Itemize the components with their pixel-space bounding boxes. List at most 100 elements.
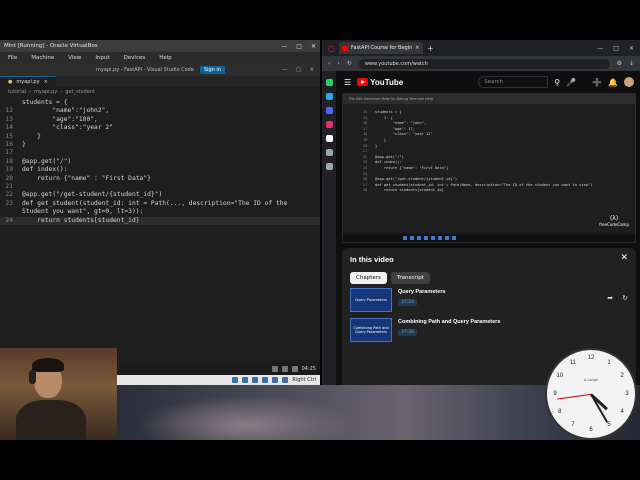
- shared-folder-icon[interactable]: [262, 377, 269, 383]
- person-body: [16, 400, 86, 440]
- browser-tab-strip: ○ FastAPI Course for Begin × + — □ ✕: [322, 40, 640, 56]
- vscode-title: myapi.py - FastAPI - Visual Studio Code: [96, 67, 194, 73]
- search-icon[interactable]: ⚲: [554, 78, 560, 87]
- menu-file[interactable]: File: [8, 55, 17, 61]
- vscode-title-bar: myapi.py - FastAPI - Visual Studio Code …: [0, 64, 320, 76]
- display-icon[interactable]: [272, 377, 279, 383]
- guest-taskbar: 04:25: [120, 363, 320, 375]
- code-line[interactable]: 23 def get_student(student_id: int = Path…: [0, 200, 320, 208]
- optical-drive-icon[interactable]: [242, 377, 249, 383]
- download-icon[interactable]: ↓: [629, 60, 634, 67]
- code-line[interactable]: 17: [0, 149, 320, 157]
- virtualbox-window: Mint [Running] - Oracle VirtualBox — □ ✕…: [0, 40, 320, 385]
- video-taskbar: [343, 234, 635, 242]
- code-text: return students[student_id]: [375, 188, 444, 193]
- forward-icon[interactable]: ›: [337, 60, 339, 67]
- vscode-minimize-icon[interactable]: —: [282, 67, 287, 73]
- discord-icon[interactable]: [325, 107, 333, 114]
- code-line[interactable]: Student you want", gt=0, lt=3)):: [0, 208, 320, 216]
- chip-transcript[interactable]: Transcript: [390, 272, 430, 284]
- tab-close-icon[interactable]: ×: [44, 79, 48, 85]
- maximize-icon[interactable]: □: [296, 43, 302, 50]
- breadcrumb-folder[interactable]: tutorial: [8, 89, 26, 95]
- hdd-icon[interactable]: [232, 377, 239, 383]
- code-line[interactable]: 24 return students[student_id]: [0, 216, 320, 226]
- whatsapp-icon[interactable]: [325, 79, 333, 86]
- breadcrumb-file[interactable]: myapi.py: [34, 89, 57, 95]
- instagram-icon[interactable]: [325, 121, 333, 128]
- chapter-item[interactable]: Combining Path and Query Parameters Comb…: [350, 318, 628, 344]
- browser-tab[interactable]: FastAPI Course for Begin ×: [338, 42, 423, 54]
- clock-number: 12: [587, 355, 595, 361]
- vscode-maximize-icon[interactable]: □: [296, 67, 301, 73]
- chapter-timestamp[interactable]: 37:36: [398, 329, 417, 336]
- browser-maximize-icon[interactable]: □: [613, 45, 619, 52]
- clock-number: 6: [589, 427, 593, 433]
- telegram-icon[interactable]: [325, 93, 333, 100]
- menu-machine[interactable]: Machine: [31, 55, 54, 61]
- extensions-icon[interactable]: ⚙: [617, 60, 622, 67]
- youtube-logo-text: YouTube: [370, 77, 404, 87]
- chapter-timestamp[interactable]: 37:24: [398, 299, 417, 306]
- battery-icon[interactable]: [291, 366, 298, 372]
- menu-devices[interactable]: Devices: [124, 55, 146, 61]
- chapter-item[interactable]: Query Parameters Query Parameters 37:24 …: [350, 288, 628, 314]
- hamburger-menu-icon[interactable]: ☰: [344, 78, 351, 87]
- menu-input[interactable]: Input: [95, 55, 109, 61]
- youtube-play-icon: [357, 78, 369, 86]
- close-icon[interactable]: ✕: [620, 253, 628, 263]
- code-line[interactable]: 14 "class":"year 2": [0, 124, 320, 132]
- browser-minimize-icon[interactable]: —: [597, 45, 603, 52]
- close-icon[interactable]: ✕: [311, 43, 316, 50]
- x-icon[interactable]: [325, 135, 333, 142]
- sign-in-button[interactable]: Sign in: [199, 66, 225, 74]
- breadcrumb-symbol[interactable]: get_student: [65, 89, 95, 95]
- code-line[interactable]: 12 "name":"john2",: [0, 107, 320, 115]
- settings-icon[interactable]: [325, 163, 333, 170]
- avatar[interactable]: [624, 77, 634, 87]
- code-line[interactable]: students = {: [0, 99, 320, 107]
- video-player[interactable]: File Edit Selection View Go Debug Termin…: [342, 93, 636, 243]
- minimize-icon[interactable]: —: [281, 43, 287, 50]
- tab-myapi[interactable]: ● myapi.py ×: [0, 76, 56, 87]
- code-editor[interactable]: students = {12 "name":"john2", 13 "age":"…: [0, 97, 320, 226]
- code-line[interactable]: 28 return students[student_id]: [363, 188, 635, 194]
- analog-clock: A.Lange 12 1 2 3 4 5 6 7 8 9 10 11: [545, 348, 637, 440]
- notifications-icon[interactable]: 🔔: [608, 78, 618, 87]
- code-line[interactable]: 13 "age":"180",: [0, 116, 320, 124]
- create-icon[interactable]: ➕: [592, 78, 602, 87]
- repeat-icon[interactable]: ↻: [622, 294, 628, 314]
- microphone-icon[interactable]: 🎤: [566, 78, 576, 87]
- code-line[interactable]: 15 }: [0, 133, 320, 141]
- back-icon[interactable]: ‹: [328, 60, 330, 67]
- chip-chapters[interactable]: Chapters: [350, 272, 387, 284]
- code-line[interactable]: 18 @app.get("/"): [0, 158, 320, 166]
- address-bar[interactable]: www.youtube.com/watch: [358, 58, 610, 69]
- keyboard-icon[interactable]: [282, 377, 289, 383]
- network-icon[interactable]: [271, 366, 278, 372]
- youtube-logo[interactable]: YouTube: [357, 78, 403, 87]
- line-number: 19: [5, 166, 13, 174]
- guest-clock: 04:25: [301, 366, 316, 372]
- share-icon[interactable]: ➦: [607, 294, 613, 314]
- usb-icon[interactable]: [252, 377, 259, 383]
- code-line[interactable]: 22 @app.get("/get-student/{student_id}"): [0, 191, 320, 199]
- code-line[interactable]: 21: [0, 183, 320, 191]
- code-line[interactable]: 16}: [0, 141, 320, 149]
- panel-title: In this video: [350, 255, 394, 264]
- history-icon[interactable]: [325, 149, 333, 156]
- menu-view[interactable]: View: [68, 55, 81, 61]
- tab-close-icon[interactable]: ×: [415, 45, 419, 51]
- opera-logo-icon[interactable]: ○: [328, 44, 335, 53]
- volume-icon[interactable]: [281, 366, 288, 372]
- code-line[interactable]: 20 return {"name" : "First Data"}: [0, 175, 320, 183]
- reload-icon[interactable]: ↻: [347, 60, 352, 67]
- menu-help[interactable]: Help: [159, 55, 172, 61]
- new-tab-icon[interactable]: +: [427, 44, 434, 53]
- browser-close-icon[interactable]: ✕: [629, 45, 634, 52]
- vscode-close-icon[interactable]: ✕: [310, 67, 314, 73]
- video-vscode-menubar: File Edit Selection View Go Debug Termin…: [343, 94, 635, 104]
- code-line[interactable]: 19 def index():: [0, 166, 320, 174]
- search-input[interactable]: Search: [478, 76, 549, 88]
- vbox-title: Mint [Running] - Oracle VirtualBox: [4, 43, 98, 49]
